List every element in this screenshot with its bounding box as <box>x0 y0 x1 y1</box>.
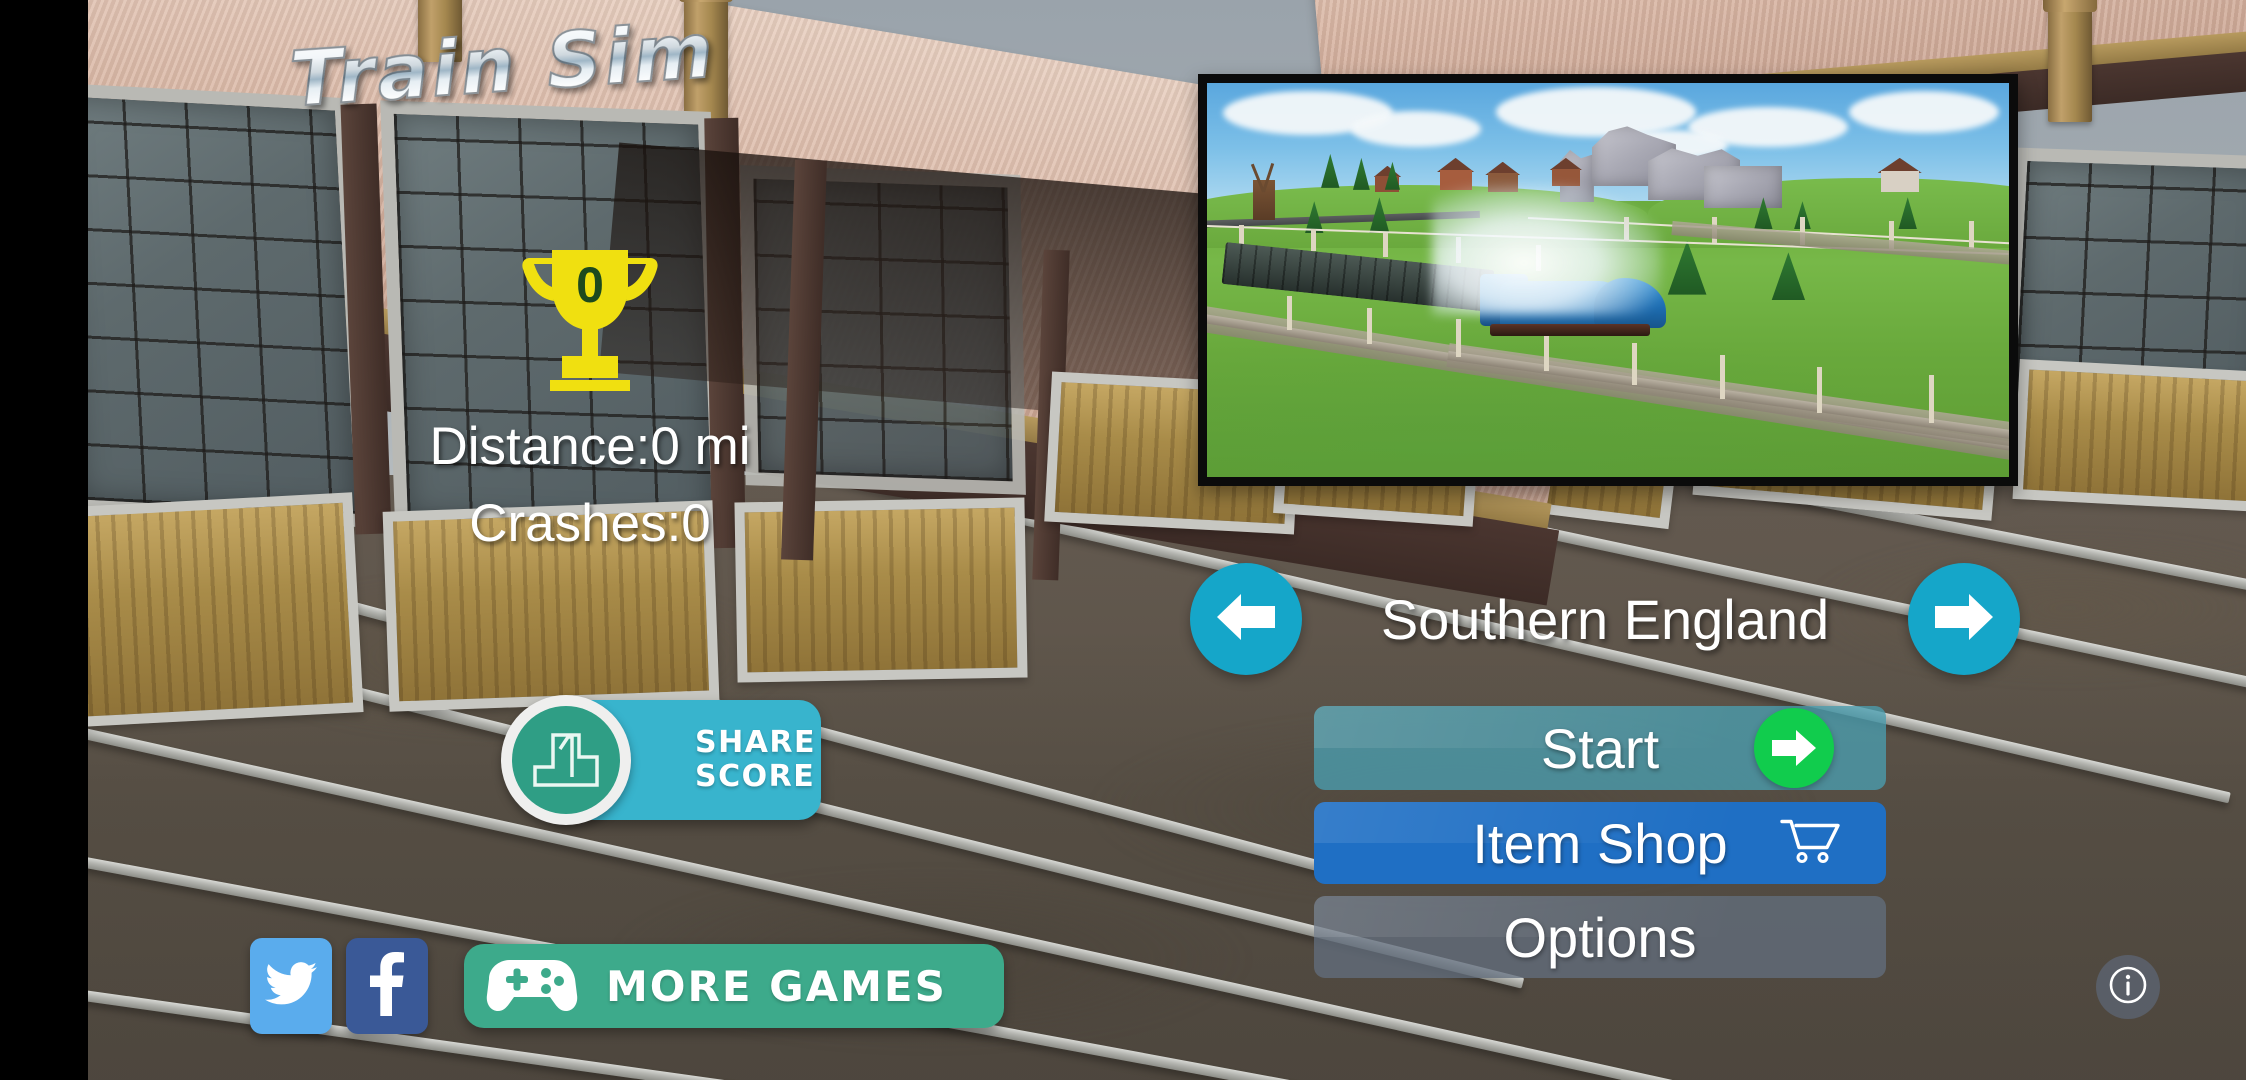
start-button[interactable]: Start <box>1314 706 1886 790</box>
fence-post <box>1816 366 1822 413</box>
previous-level-button[interactable] <box>1190 563 1302 675</box>
fence-post <box>1455 319 1461 358</box>
social-row: MORE GAMES <box>250 938 1004 1034</box>
preview-steam-plume <box>1431 185 1662 316</box>
fence-post <box>1632 343 1638 386</box>
fence-post <box>1383 232 1389 257</box>
arrow-left-icon <box>1215 588 1277 651</box>
start-arrow-icon <box>1754 708 1834 788</box>
wood-plank-panel <box>88 492 364 728</box>
more-games-label: MORE GAMES <box>606 961 947 1011</box>
share-label-line1: SHARE <box>695 725 817 761</box>
preview-house <box>1549 157 1583 186</box>
trophy-score-value: 0 <box>576 257 604 313</box>
options-button-label: Options <box>1503 905 1697 969</box>
level-selector: Southern England <box>1190 560 2020 678</box>
preview-windmill <box>1247 162 1281 220</box>
share-label-line2: SCORE <box>695 759 816 794</box>
cloud <box>1848 90 1999 133</box>
distance-stat: Distance:0 mi <box>429 417 751 476</box>
next-level-button[interactable] <box>1908 563 2020 675</box>
more-games-button[interactable]: MORE GAMES <box>464 944 1004 1028</box>
level-preview-image <box>1198 74 2018 486</box>
fence-post <box>1968 220 1974 249</box>
shopping-cart-icon <box>1780 816 1842 871</box>
locomotive-wheels <box>1489 324 1650 337</box>
fence-post <box>1311 228 1317 251</box>
share-score-button[interactable]: SHARE SCORE <box>501 695 821 825</box>
share-score-label: SHARE SCORE <box>695 726 816 793</box>
letterbox-bar-left <box>0 0 88 1080</box>
item-shop-button[interactable]: Item Shop <box>1314 802 1886 884</box>
fence-post <box>1367 307 1373 344</box>
gamepad-icon <box>486 954 578 1019</box>
facebook-button[interactable] <box>346 938 428 1034</box>
window-bay <box>88 82 370 528</box>
options-button[interactable]: Options <box>1314 896 1886 978</box>
facebook-icon <box>370 951 404 1021</box>
twitter-button[interactable] <box>250 938 332 1034</box>
item-shop-button-label: Item Shop <box>1472 811 1728 875</box>
start-button-label: Start <box>1540 716 1660 780</box>
house-body <box>1880 170 1919 192</box>
cloud <box>1351 110 1482 147</box>
preview-castle-ruins <box>1704 165 1783 208</box>
fence-post <box>1928 374 1934 423</box>
trophy-icon: 0 <box>500 240 680 400</box>
chimney <box>2043 0 2097 122</box>
wood-plank-panel <box>2012 359 2246 513</box>
stats-panel: 0 Distance:0 mi Crashes:0 <box>380 240 800 554</box>
crashes-stat: Crashes:0 <box>469 494 711 553</box>
current-level-name: Southern England <box>1380 587 1830 651</box>
info-button[interactable] <box>2096 955 2160 1019</box>
game-main-menu-screen: Train Sim 0 Distance:0 mi Crashes:0 SHAR… <box>0 0 2246 1080</box>
house-body <box>1551 168 1580 186</box>
twitter-icon <box>265 961 317 1011</box>
podium-medal-inner <box>512 706 620 814</box>
podium-medal-icon <box>501 695 631 825</box>
fence-post <box>1543 331 1549 372</box>
info-icon <box>2106 963 2150 1012</box>
main-menu: Start Item Shop Options <box>1314 706 1886 990</box>
fence-post <box>1720 354 1726 399</box>
arrow-right-icon <box>1933 588 1995 651</box>
preview-house <box>1877 157 1922 192</box>
fence-post <box>1287 295 1293 330</box>
